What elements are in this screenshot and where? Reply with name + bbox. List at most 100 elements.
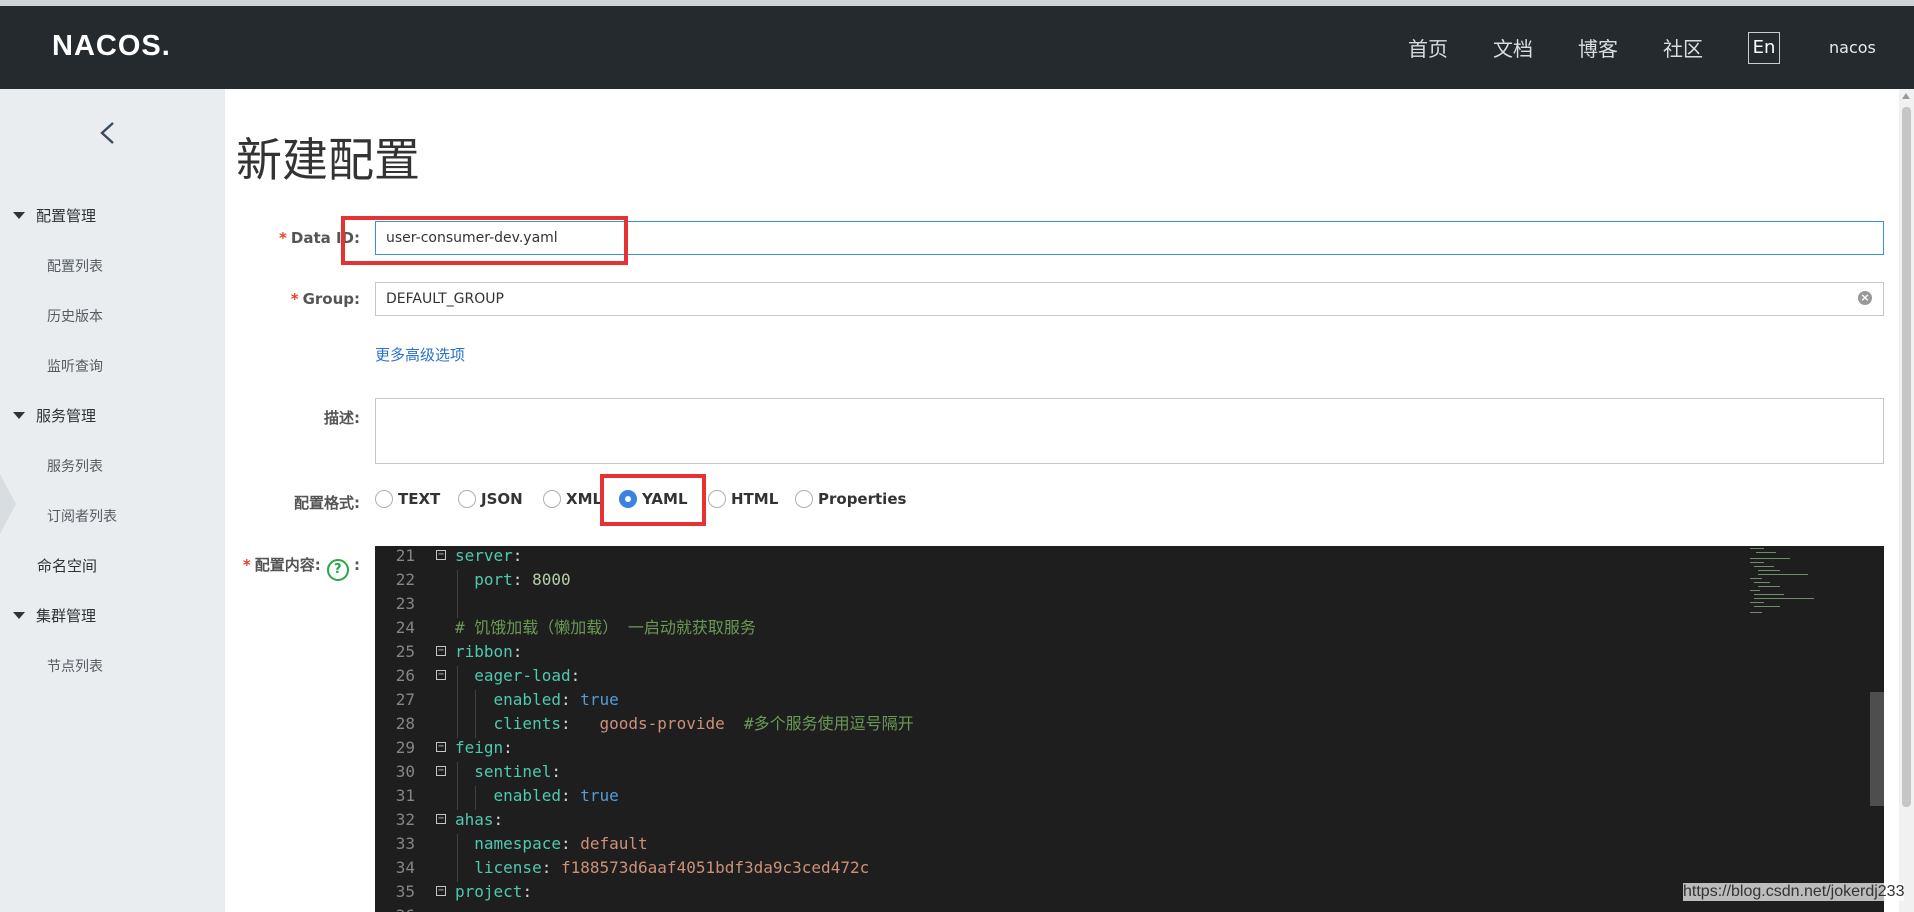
line-number: 29 [395,738,415,757]
group-label: * Group: [290,290,360,308]
sidebar: 配置管理 配置列表 历史版本 监听查询 服务管理 服务列表 订阅者列表 命名空间… [0,89,225,912]
code-line[interactable]: 33 namespace: default [375,832,1884,856]
code-line[interactable]: 28 clients: goods-provide #多个服务使用逗号隔开 [375,712,1884,736]
code-line[interactable]: 36 name: user-consumer [375,904,1884,912]
code-text: ribbon: [455,642,523,661]
advanced-options-link[interactable]: 更多高级选项 [375,344,465,365]
line-number: 22 [395,570,415,589]
code-text: license: f188573d6aaf4051bdf3da9c3ced472… [474,858,870,877]
sidebar-item-subscriber-list[interactable]: 订阅者列表 [47,506,117,526]
code-line[interactable]: 30 − sentinel: [375,760,1884,784]
line-number: 33 [395,834,415,853]
line-number: 36 [385,904,415,912]
line-number: 27 [395,690,415,709]
fold-toggle-icon[interactable]: − [436,550,446,560]
chevron-left-icon[interactable] [96,121,120,145]
caret-down-icon [13,212,25,219]
editor-minimap[interactable] [1750,546,1860,626]
code-text: name: user-consumer [455,904,657,912]
nav-home[interactable]: 首页 [1408,33,1448,62]
code-line[interactable]: 22 port: 8000 [375,568,1884,592]
code-text: enabled: true [493,786,619,805]
format-radio-json[interactable]: JSON [458,490,523,508]
top-header: NACOS. 首页 文档 博客 社区 En nacos [0,6,1914,89]
line-number: 35 [395,882,415,901]
format-radio-text[interactable]: TEXT [375,490,440,508]
format-label: 配置格式: [294,494,360,512]
code-text: namespace: default [474,834,648,853]
help-icon[interactable]: ? [326,559,349,581]
sidebar-group-config[interactable]: 配置管理 [13,205,96,226]
code-line[interactable]: 26 − eager-load: [375,664,1884,688]
line-number: 21 [395,546,415,565]
code-text: eager-load: [474,666,581,685]
line-number: 26 [395,666,415,685]
sidebar-item-listener-query[interactable]: 监听查询 [47,356,103,376]
sidebar-item-config-list[interactable]: 配置列表 [47,256,103,276]
description-label: 描述: [324,409,360,427]
caret-down-icon [13,412,25,419]
code-line[interactable]: 25 − ribbon: [375,640,1884,664]
format-radio-xml[interactable]: XML [543,490,602,508]
nacos-logo[interactable]: NACOS. [52,30,171,63]
line-number: 28 [395,714,415,733]
fold-toggle-icon[interactable]: − [436,646,446,656]
fold-toggle-icon[interactable]: − [436,670,446,680]
group-input[interactable]: DEFAULT_GROUP [375,282,1884,316]
editor-scrollbar-thumb[interactable] [1870,692,1884,806]
code-line[interactable]: 31 enabled: true [375,784,1884,808]
code-text: clients: goods-provide #多个服务使用逗号隔开 [493,714,914,733]
code-editor[interactable]: 21− server: 22 port: 8000 23 24 # 饥饿加载（懒加载） 一… [375,546,1884,912]
code-line[interactable]: 32 − ahas: [375,808,1884,832]
page-title: 新建配置 [236,133,420,187]
code-line[interactable]: 29 − feign: [375,736,1884,760]
line-number: 25 [395,642,415,661]
code-line[interactable]: 27 enabled: true [375,688,1884,712]
code-line[interactable]: 34 license: f188573d6aaf4051bdf3da9c3ced… [375,856,1884,880]
fold-toggle-icon[interactable]: − [436,766,446,776]
code-text: ahas: [455,810,504,829]
sidebar-item-namespace[interactable]: 命名空间 [37,555,97,576]
code-line[interactable]: 35 − project: [375,880,1884,904]
line-number: 24 [395,618,415,637]
code-text: port: 8000 [474,570,571,589]
code-text: sentinel: [474,762,561,781]
line-number: 34 [395,858,415,877]
code-text: feign: [455,738,513,757]
line-number: 31 [395,786,415,805]
caret-down-icon [13,612,25,619]
nav-community[interactable]: 社区 [1663,33,1703,62]
fold-toggle-icon[interactable]: − [436,742,446,752]
line-number: 23 [395,594,415,613]
highlight-box-data-id [341,216,628,265]
scroll-up-icon[interactable] [1902,93,1910,99]
code-text: project: [455,882,533,901]
clear-icon[interactable]: × [1858,291,1872,305]
code-text: # 饥饿加载（懒加载） 一启动就获取服务 [455,618,756,637]
code-line[interactable]: 21 − server: [375,546,1884,568]
fold-toggle-icon[interactable]: − [436,814,446,824]
sidebar-item-service-list[interactable]: 服务列表 [47,456,103,476]
code-line[interactable]: 23 [375,592,1884,616]
content-label: * 配置内容:? : [243,554,360,581]
sidebar-item-node-list[interactable]: 节点列表 [47,656,103,676]
nav-blog[interactable]: 博客 [1578,33,1618,62]
nav-docs[interactable]: 文档 [1493,33,1533,62]
format-radio-properties[interactable]: Properties [795,490,906,508]
fold-toggle-icon[interactable]: − [436,886,446,896]
page-scrollbar-thumb[interactable] [1902,107,1911,807]
line-number: 32 [395,810,415,829]
description-textarea[interactable] [375,398,1884,464]
user-menu[interactable]: nacos [1829,38,1876,57]
code-text: enabled: true [493,690,619,709]
watermark-text: https://blog.csdn.net/jokerdj233 [1683,883,1905,901]
format-radio-html[interactable]: HTML [708,490,778,508]
code-line[interactable]: 24 # 饥饿加载（懒加载） 一启动就获取服务 [375,616,1884,640]
language-toggle-button[interactable]: En [1748,32,1780,64]
highlight-box-yaml [600,474,706,526]
sidebar-item-history[interactable]: 历史版本 [47,306,103,326]
line-number: 30 [395,762,415,781]
sidebar-group-service[interactable]: 服务管理 [13,405,96,426]
sidebar-collapse-tab[interactable] [0,474,16,534]
sidebar-group-cluster[interactable]: 集群管理 [13,605,96,626]
